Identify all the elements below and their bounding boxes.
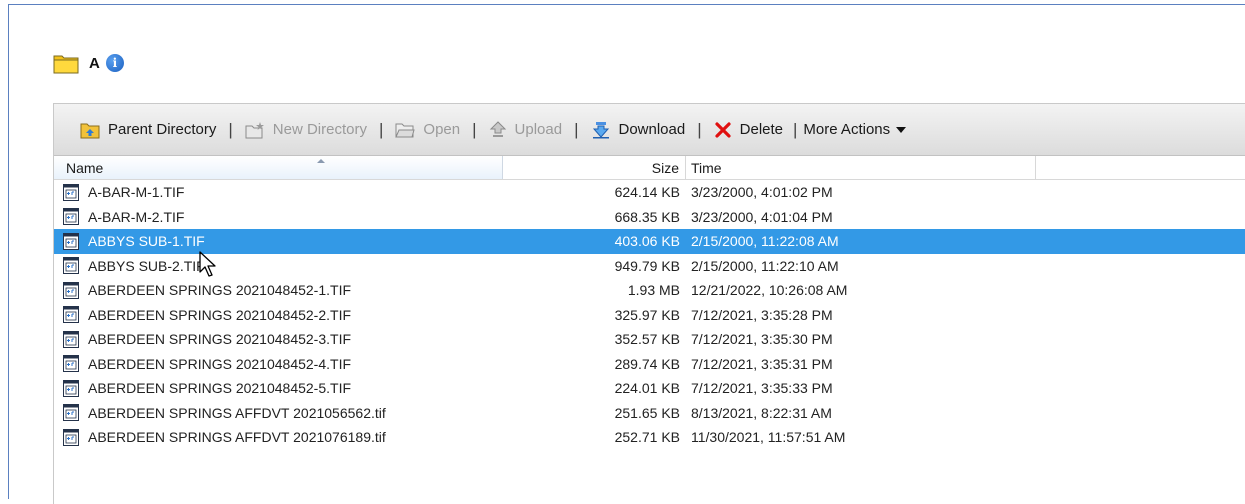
file-size: 289.74 KB <box>614 355 680 372</box>
column-header-name[interactable]: Name <box>54 156 503 179</box>
tif-file-icon <box>63 183 88 201</box>
file-browser-window: A i Parent Directory | New Directory | O… <box>8 4 1245 504</box>
toolbar-separator: | <box>378 119 384 139</box>
tif-file-icon <box>63 232 88 250</box>
file-row[interactable]: ABBYS SUB-2.TIF 949.79 KB 2/15/2000, 11:… <box>54 254 1245 279</box>
tif-file-icon <box>63 306 88 324</box>
column-header-size-label: Size <box>651 159 679 176</box>
toolbar-separator: | <box>472 119 477 139</box>
toolbar: Parent Directory | New Directory | Open … <box>54 104 1245 156</box>
file-name: ABERDEEN SPRINGS 2021048452-2.TIF <box>88 306 352 323</box>
file-time: 7/12/2021, 3:35:28 PM <box>691 306 833 323</box>
tif-file-icon <box>63 404 88 422</box>
file-row[interactable]: ABERDEEN SPRINGS 2021048452-4.TIF 289.74… <box>54 352 1245 377</box>
file-time: 7/12/2021, 3:35:33 PM <box>691 380 833 397</box>
file-time: 2/15/2000, 11:22:08 AM <box>691 233 839 250</box>
file-time: 7/12/2021, 3:35:31 PM <box>691 355 833 372</box>
file-name: ABERDEEN SPRINGS AFFDVT 2021056562.tif <box>88 404 386 421</box>
delete-button[interactable]: Delete <box>712 121 785 139</box>
delete-x-icon <box>715 121 731 138</box>
file-row[interactable]: ABERDEEN SPRINGS 2021048452-5.TIF 224.01… <box>54 376 1245 401</box>
column-header-time[interactable]: Time <box>686 156 1036 179</box>
upload-icon <box>489 120 506 137</box>
open-folder-icon <box>395 123 416 137</box>
more-actions-label: More Actions <box>803 121 891 138</box>
file-time: 11/30/2021, 11:57:51 AM <box>691 429 846 446</box>
file-name: ABERDEEN SPRINGS 2021048452-3.TIF <box>88 331 352 348</box>
column-header-row: Name Size Time <box>54 156 1245 180</box>
file-name: ABERDEEN SPRINGS 2021048452-1.TIF <box>88 282 352 299</box>
toolbar-separator: | <box>574 119 579 139</box>
file-row[interactable]: ABERDEEN SPRINGS 2021048452-1.TIF 1.93 M… <box>54 278 1245 303</box>
file-panel: Parent Directory | New Directory | Open … <box>53 103 1245 504</box>
file-time: 12/21/2022, 10:26:08 AM <box>691 282 848 299</box>
file-time: 7/12/2021, 3:35:30 PM <box>691 331 833 348</box>
file-time: 8/13/2021, 8:22:31 AM <box>691 404 832 421</box>
file-time: 2/15/2000, 11:22:10 AM <box>691 257 839 274</box>
new-directory-label: New Directory <box>272 121 367 138</box>
file-row[interactable]: ABERDEEN SPRINGS 2021048452-2.TIF 325.97… <box>54 303 1245 328</box>
file-name: ABERDEEN SPRINGS AFFDVT 2021076189.tif <box>88 429 386 446</box>
file-size: 325.97 KB <box>614 306 680 323</box>
tif-file-icon <box>63 330 88 348</box>
new-directory-icon <box>245 121 264 138</box>
file-size: 668.35 KB <box>614 208 680 225</box>
chevron-down-icon <box>896 126 907 133</box>
parent-directory-button[interactable]: Parent Directory <box>78 121 218 139</box>
sort-ascending-icon <box>317 159 325 163</box>
file-name: ABBYS SUB-1.TIF <box>88 233 205 250</box>
file-size: 252.71 KB <box>614 429 680 446</box>
file-size: 224.01 KB <box>614 380 680 397</box>
file-name: A-BAR-M-2.TIF <box>88 208 185 225</box>
download-icon <box>592 121 609 138</box>
new-directory-button[interactable]: New Directory <box>243 121 369 139</box>
upload-label: Upload <box>514 121 563 138</box>
info-icon[interactable]: i <box>105 54 124 72</box>
file-row[interactable]: A-BAR-M-2.TIF 668.35 KB 3/23/2000, 4:01:… <box>54 205 1245 230</box>
file-size: 403.06 KB <box>614 233 680 250</box>
tif-file-icon <box>63 281 88 299</box>
parent-directory-label: Parent Directory <box>108 121 217 138</box>
tif-file-icon <box>63 379 88 397</box>
file-row[interactable]: ABBYS SUB-1.TIF 403.06 KB 2/15/2000, 11:… <box>54 229 1245 254</box>
upload-button[interactable]: Upload <box>487 120 565 139</box>
file-size: 352.57 KB <box>614 331 680 348</box>
tif-file-icon <box>63 355 88 373</box>
toolbar-separator: | <box>697 119 702 139</box>
folder-title: A <box>89 54 100 72</box>
file-row[interactable]: A-BAR-M-1.TIF 624.14 KB 3/23/2000, 4:01:… <box>54 180 1245 205</box>
open-button[interactable]: Open <box>393 121 462 139</box>
folder-icon <box>53 55 79 74</box>
file-size: 1.93 MB <box>627 282 680 299</box>
file-row[interactable]: ABERDEEN SPRINGS 2021048452-3.TIF 352.57… <box>54 327 1245 352</box>
download-label: Download <box>618 121 686 138</box>
tif-file-icon <box>63 428 88 446</box>
toolbar-separator: | <box>793 119 798 139</box>
file-list: A-BAR-M-1.TIF 624.14 KB 3/23/2000, 4:01:… <box>54 180 1245 450</box>
toolbar-separator: | <box>228 119 233 139</box>
column-header-size[interactable]: Size <box>503 156 686 179</box>
column-header-time-label: Time <box>691 159 722 176</box>
parent-directory-icon <box>80 123 100 138</box>
download-button[interactable]: Download <box>589 121 688 139</box>
file-name: ABERDEEN SPRINGS 2021048452-4.TIF <box>88 355 352 372</box>
more-actions-dropdown[interactable]: More Actions <box>801 121 908 138</box>
folder-header: A i <box>53 45 124 81</box>
file-size: 624.14 KB <box>614 184 680 201</box>
file-row[interactable]: ABERDEEN SPRINGS AFFDVT 2021076189.tif 2… <box>54 425 1245 450</box>
tif-file-icon <box>63 208 88 226</box>
file-size: 949.79 KB <box>614 257 680 274</box>
file-row[interactable]: ABERDEEN SPRINGS AFFDVT 2021056562.tif 2… <box>54 401 1245 426</box>
file-time: 3/23/2000, 4:01:04 PM <box>691 208 833 225</box>
open-label: Open <box>423 121 461 138</box>
column-header-name-label: Name <box>66 159 104 176</box>
file-size: 251.65 KB <box>614 404 680 421</box>
file-name: A-BAR-M-1.TIF <box>88 184 185 201</box>
file-time: 3/23/2000, 4:01:02 PM <box>691 184 833 201</box>
file-name: ABBYS SUB-2.TIF <box>88 257 205 274</box>
tif-file-icon <box>63 257 88 275</box>
delete-label: Delete <box>739 121 783 138</box>
file-name: ABERDEEN SPRINGS 2021048452-5.TIF <box>88 380 352 397</box>
